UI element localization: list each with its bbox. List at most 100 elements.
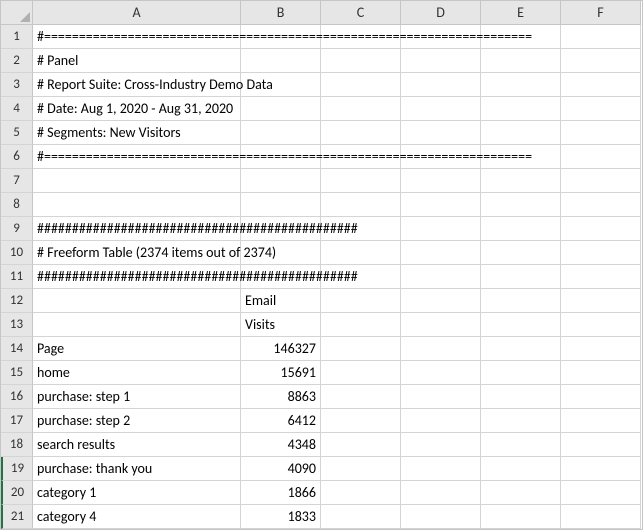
cell-E8[interactable] (481, 193, 561, 217)
cell-B20[interactable]: 1866 (241, 481, 321, 505)
cell-F1[interactable] (561, 25, 641, 49)
cell-F9[interactable] (561, 217, 641, 241)
column-header-D[interactable]: D (401, 1, 481, 25)
cell-A11[interactable]: ########################################… (33, 265, 241, 289)
cell-F4[interactable] (561, 97, 641, 121)
cell-E16[interactable] (481, 385, 561, 409)
cell-B18[interactable]: 4348 (241, 433, 321, 457)
cell-C19[interactable] (321, 457, 401, 481)
cell-C21[interactable] (321, 505, 401, 529)
cell-A16[interactable]: purchase: step 1 (33, 385, 241, 409)
cell-E4[interactable] (481, 97, 561, 121)
cell-E18[interactable] (481, 433, 561, 457)
row-header-8[interactable]: 8 (1, 193, 33, 217)
cell-A9[interactable]: ########################################… (33, 217, 241, 241)
cell-A8[interactable] (33, 193, 241, 217)
row-header-4[interactable]: 4 (1, 97, 33, 121)
cell-A3[interactable]: # Report Suite: Cross-Industry Demo Data (33, 73, 241, 97)
cell-F16[interactable] (561, 385, 641, 409)
cell-B8[interactable] (241, 193, 321, 217)
cell-C7[interactable] (321, 169, 401, 193)
cell-A2[interactable]: # Panel (33, 49, 241, 73)
cell-F18[interactable] (561, 433, 641, 457)
cell-B13[interactable]: Visits (241, 313, 321, 337)
cell-A4[interactable]: # Date: Aug 1, 2020 - Aug 31, 2020 (33, 97, 241, 121)
cell-D8[interactable] (401, 193, 481, 217)
row-header-19[interactable]: 19 (1, 457, 33, 481)
cell-A12[interactable] (33, 289, 241, 313)
cell-E3[interactable] (481, 73, 561, 97)
cell-D14[interactable] (401, 337, 481, 361)
cell-E11[interactable] (481, 265, 561, 289)
cell-C12[interactable] (321, 289, 401, 313)
cell-B4[interactable] (241, 97, 321, 121)
cell-B19[interactable]: 4090 (241, 457, 321, 481)
column-header-E[interactable]: E (481, 1, 561, 25)
cell-D15[interactable] (401, 361, 481, 385)
cell-D5[interactable] (401, 121, 481, 145)
cell-B12[interactable]: Email (241, 289, 321, 313)
cell-B21[interactable]: 1833 (241, 505, 321, 529)
cell-F3[interactable] (561, 73, 641, 97)
cell-D18[interactable] (401, 433, 481, 457)
row-header-1[interactable]: 1 (1, 25, 33, 49)
row-header-2[interactable]: 2 (1, 49, 33, 73)
cell-A20[interactable]: category 1 (33, 481, 241, 505)
cell-E2[interactable] (481, 49, 561, 73)
cell-D16[interactable] (401, 385, 481, 409)
cell-A18[interactable]: search results (33, 433, 241, 457)
cell-B14[interactable]: 146327 (241, 337, 321, 361)
cell-C20[interactable] (321, 481, 401, 505)
cell-E13[interactable] (481, 313, 561, 337)
cell-E9[interactable] (481, 217, 561, 241)
cell-D2[interactable] (401, 49, 481, 73)
cell-C15[interactable] (321, 361, 401, 385)
cell-E20[interactable] (481, 481, 561, 505)
row-header-6[interactable]: 6 (1, 145, 33, 169)
cell-D4[interactable] (401, 97, 481, 121)
cell-A13[interactable] (33, 313, 241, 337)
cell-C14[interactable] (321, 337, 401, 361)
cell-B15[interactable]: 15691 (241, 361, 321, 385)
column-header-F[interactable]: F (561, 1, 641, 25)
row-header-14[interactable]: 14 (1, 337, 33, 361)
cell-A21[interactable]: category 4 (33, 505, 241, 529)
cell-F17[interactable] (561, 409, 641, 433)
cell-E19[interactable] (481, 457, 561, 481)
cell-A10[interactable]: # Freeform Table (2374 items out of 2374… (33, 241, 241, 265)
cell-F20[interactable] (561, 481, 641, 505)
cell-B5[interactable] (241, 121, 321, 145)
cell-C4[interactable] (321, 97, 401, 121)
cell-C10[interactable] (321, 241, 401, 265)
cell-F11[interactable] (561, 265, 641, 289)
cell-A5[interactable]: # Segments: New Visitors (33, 121, 241, 145)
cell-D17[interactable] (401, 409, 481, 433)
cell-B7[interactable] (241, 169, 321, 193)
column-header-B[interactable]: B (241, 1, 321, 25)
cell-F8[interactable] (561, 193, 641, 217)
cell-F13[interactable] (561, 313, 641, 337)
cell-A17[interactable]: purchase: step 2 (33, 409, 241, 433)
cell-D3[interactable] (401, 73, 481, 97)
cell-D20[interactable] (401, 481, 481, 505)
row-header-12[interactable]: 12 (1, 289, 33, 313)
cell-E14[interactable] (481, 337, 561, 361)
cell-C2[interactable] (321, 49, 401, 73)
cell-F14[interactable] (561, 337, 641, 361)
cell-C18[interactable] (321, 433, 401, 457)
cell-A14[interactable]: Page (33, 337, 241, 361)
cell-A15[interactable]: home (33, 361, 241, 385)
cell-F2[interactable] (561, 49, 641, 73)
row-header-17[interactable]: 17 (1, 409, 33, 433)
cell-E21[interactable] (481, 505, 561, 529)
cell-C5[interactable] (321, 121, 401, 145)
spreadsheet-grid[interactable]: ABCDEF1#================================… (1, 1, 642, 529)
cell-E15[interactable] (481, 361, 561, 385)
cell-D9[interactable] (401, 217, 481, 241)
cell-D19[interactable] (401, 457, 481, 481)
cell-F5[interactable] (561, 121, 641, 145)
select-all-corner[interactable] (1, 1, 33, 25)
cell-E12[interactable] (481, 289, 561, 313)
cell-E7[interactable] (481, 169, 561, 193)
column-header-C[interactable]: C (321, 1, 401, 25)
